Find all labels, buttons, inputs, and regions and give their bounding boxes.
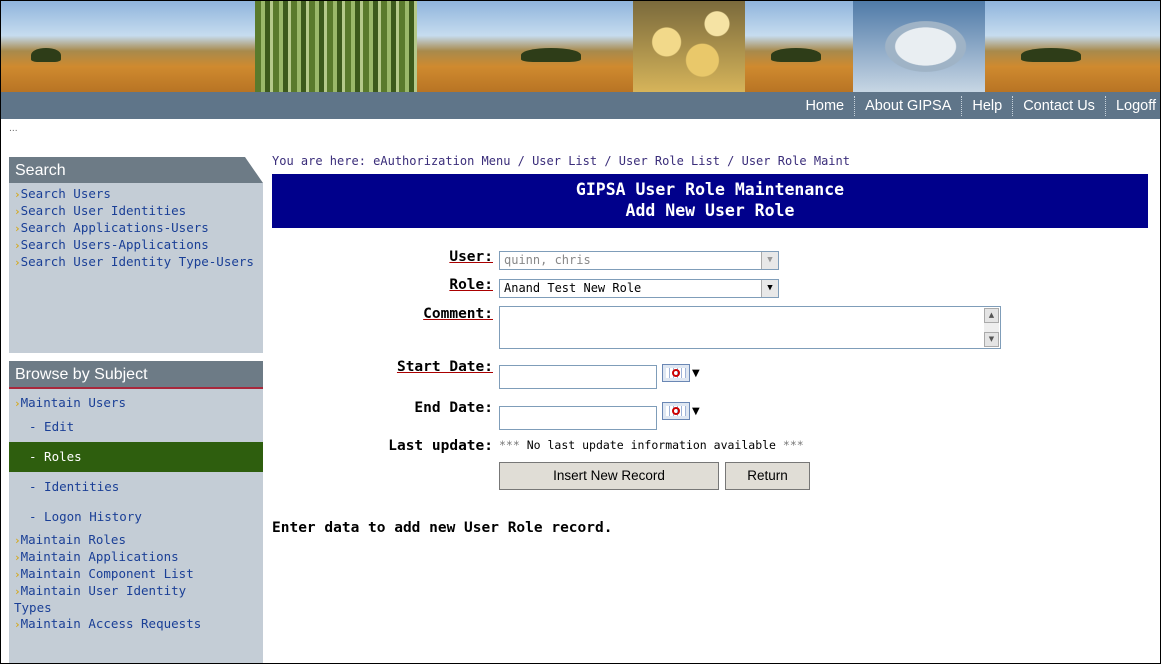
last-update-stars: *** xyxy=(499,438,520,452)
sidebar-subitem-logon-history[interactable]: - Logon History xyxy=(9,502,263,532)
end-date-calendar-button[interactable]: ▼ xyxy=(662,399,706,423)
last-update-stars: *** xyxy=(782,438,804,452)
bullet-arrow-icon: › xyxy=(14,534,21,547)
sidebar-item-search-user-identities[interactable]: ›Search User Identities xyxy=(9,203,263,220)
bullet-arrow-icon: › xyxy=(14,397,21,410)
bullet-arrow-icon: › xyxy=(14,222,21,235)
sidebar-dots: ... xyxy=(9,124,18,134)
sidebar-item-label: Search User Identity Type-Users xyxy=(20,254,254,269)
page-title-bar: GIPSA User Role Maintenance Add New User… xyxy=(272,174,1148,228)
sidebar-item-label: Maintain Users xyxy=(20,395,126,410)
sidebar-item-maintain-applications[interactable]: ›Maintain Applications xyxy=(9,549,263,566)
nav-home-link[interactable]: Home xyxy=(795,98,854,114)
role-label: Role: xyxy=(449,277,493,293)
dropdown-arrow-icon: ▼ xyxy=(692,367,700,379)
sidebar-item-search-users-applications[interactable]: ›Search Users-Applications xyxy=(9,237,263,254)
return-button[interactable]: Return xyxy=(725,462,810,490)
banner-tree xyxy=(771,48,821,62)
banner-bread-image xyxy=(633,1,745,92)
bullet-arrow-icon: › xyxy=(14,551,21,564)
page-title: GIPSA User Role Maintenance xyxy=(575,180,845,199)
sidebar-subitem-edit[interactable]: - Edit xyxy=(9,412,263,442)
sidebar-item-label: Search Users-Applications xyxy=(20,237,209,252)
banner-lab-image xyxy=(853,1,985,92)
sidebar-item-maintain-users[interactable]: ›Maintain Users xyxy=(9,395,263,412)
nav-logoff-link[interactable]: Logoff xyxy=(1106,98,1160,114)
sidebar-search-box: ›Search Users ›Search User Identities ›S… xyxy=(9,183,263,353)
last-update-info: *** No last update information available… xyxy=(499,438,804,452)
bullet-arrow-icon: › xyxy=(14,585,21,598)
start-date-label: Start Date: xyxy=(396,359,493,375)
sidebar-item-label: Search User Identities xyxy=(20,203,187,218)
sidebar-item-label: Search Users xyxy=(20,186,111,201)
sidebar-item-maintain-roles[interactable]: ›Maintain Roles xyxy=(9,532,263,549)
page-subtitle: Add New User Role xyxy=(625,201,795,220)
bullet-arrow-icon: › xyxy=(14,256,21,269)
end-date-input[interactable] xyxy=(499,406,657,430)
nav-contact-link[interactable]: Contact Us xyxy=(1013,98,1105,114)
sidebar-item-label: Maintain User Identity Types xyxy=(14,583,187,615)
dropdown-arrow-icon: ▼ xyxy=(761,280,778,297)
insert-record-button[interactable]: Insert New Record xyxy=(499,462,719,490)
role-select[interactable]: Anand Test New Role ▼ xyxy=(499,279,779,298)
sidebar-item-maintain-component-list[interactable]: ›Maintain Component List xyxy=(9,566,263,583)
sidebar-item-label: Maintain Roles xyxy=(20,532,126,547)
user-select: quinn, chris ▼ xyxy=(499,251,779,270)
calendar-icon xyxy=(662,402,690,420)
sidebar-item-label: Search Applications-Users xyxy=(20,220,209,235)
last-update-label: Last update: xyxy=(388,438,493,454)
dropdown-arrow-icon: ▼ xyxy=(692,405,700,417)
user-select-value: quinn, chris xyxy=(504,253,591,267)
sidebar-item-label: Maintain Access Requests xyxy=(20,616,202,631)
comment-scrollbar[interactable]: ▲ ▼ xyxy=(984,308,999,347)
sidebar-heading-search: Search xyxy=(9,157,263,183)
sidebar-subitem-roles[interactable]: - Roles xyxy=(9,442,263,472)
last-update-text: No last update information available xyxy=(526,438,776,452)
banner-tree xyxy=(1021,48,1081,62)
page-frame: Home About GIPSA Help Contact Us Logoff … xyxy=(0,0,1161,664)
sidebar-browse-box: ›Maintain Users - Edit - Roles - Identit… xyxy=(9,389,263,663)
bullet-arrow-icon: › xyxy=(14,239,21,252)
sidebar: ... Search ›Search Users ›Search User Id… xyxy=(1,119,263,663)
banner-tree xyxy=(521,48,581,62)
sidebar-heading-browse: Browse by Subject xyxy=(9,361,263,389)
sidebar-item-search-users[interactable]: ›Search Users xyxy=(9,186,263,203)
bullet-arrow-icon: › xyxy=(14,188,21,201)
sidebar-item-search-applications-users[interactable]: ›Search Applications-Users xyxy=(9,220,263,237)
sidebar-subitem-identities[interactable]: - Identities xyxy=(9,472,263,502)
nav-about-link[interactable]: About GIPSA xyxy=(855,98,961,114)
comment-label: Comment: xyxy=(423,306,493,322)
end-date-label: End Date: xyxy=(414,400,493,416)
breadcrumb: You are here: eAuthorization Menu / User… xyxy=(272,154,850,168)
header-banner xyxy=(1,1,1160,92)
scroll-down-icon[interactable]: ▼ xyxy=(984,332,999,347)
sidebar-item-label: Maintain Component List xyxy=(20,566,194,581)
start-date-calendar-button[interactable]: ▼ xyxy=(662,361,706,385)
banner-corn-image xyxy=(255,1,417,92)
scroll-up-icon[interactable]: ▲ xyxy=(984,308,999,323)
start-date-input[interactable] xyxy=(499,365,657,389)
bullet-arrow-icon: › xyxy=(14,618,21,631)
calendar-icon xyxy=(662,364,690,382)
comment-textarea[interactable]: ▲ ▼ xyxy=(499,306,1001,349)
banner-tree xyxy=(31,48,61,62)
user-label: User: xyxy=(449,249,493,265)
dropdown-arrow-icon: ▼ xyxy=(761,252,778,269)
bullet-arrow-icon: › xyxy=(14,568,21,581)
status-message: Enter data to add new User Role record. xyxy=(272,520,613,536)
sidebar-item-search-identity-type-users[interactable]: ›Search User Identity Type-Users xyxy=(9,254,254,271)
top-nav-bar: Home About GIPSA Help Contact Us Logoff xyxy=(1,92,1160,119)
role-select-value: Anand Test New Role xyxy=(504,281,642,295)
sidebar-item-maintain-identity-types[interactable]: ›Maintain User Identity Types xyxy=(9,583,214,616)
sidebar-item-maintain-access-requests[interactable]: ›Maintain Access Requests xyxy=(9,616,263,633)
nav-help-link[interactable]: Help xyxy=(962,98,1012,114)
bullet-arrow-icon: › xyxy=(14,205,21,218)
sidebar-item-label: Maintain Applications xyxy=(20,549,179,564)
